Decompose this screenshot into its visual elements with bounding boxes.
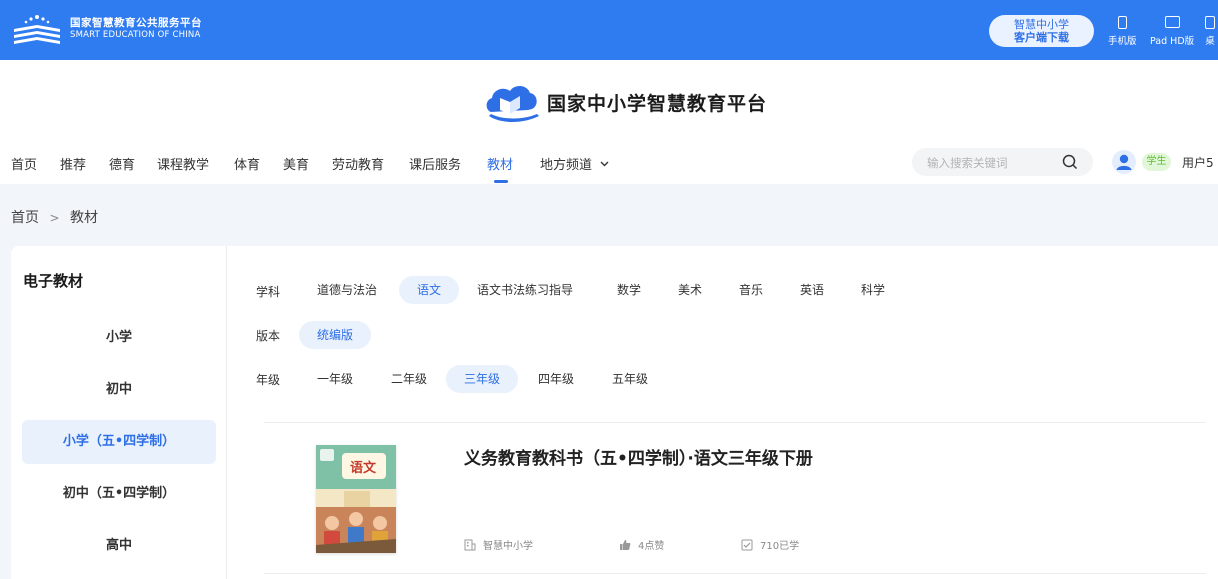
sidebar-divider [226,246,227,579]
list-divider-top [264,422,1206,423]
cloud-book-logo-icon [486,85,539,122]
thumbs-up-icon [620,539,631,550]
pad-version-label: Pad HD版 [1150,36,1195,47]
edition-filter-label: 版本 [256,329,281,343]
brand-header: 国家中小学智慧教育平台 [0,60,1218,144]
subject-filter-label: 学科 [256,285,281,299]
tablet-icon [1164,16,1180,28]
student-role-badge: 学生 [1142,153,1171,171]
grade-chip-3[interactable]: 三年级 [446,365,519,393]
subject-chip-science[interactable]: 科学 [843,276,903,304]
breadcrumb-home[interactable]: 首页 [11,210,39,226]
search-icon[interactable] [1062,154,1078,170]
list-divider-bottom [264,573,1206,574]
breadcrumb-current: 教材 [69,210,98,226]
book-likes: 4点赞 [619,537,664,552]
nav-moral-education[interactable]: 德育 [109,154,135,173]
subject-chip-music[interactable]: 音乐 [721,276,781,304]
logo-chinese-name: 国家智慧教育公共服务平台 [70,17,202,29]
nav-labor-education[interactable]: 劳动教育 [332,154,384,173]
chevron-down-icon [600,161,609,167]
subject-chip-art[interactable]: 美术 [660,276,720,304]
desktop-version-label: 桌 [1205,36,1215,47]
study-record-icon [741,539,753,550]
desktop-icon [1205,16,1215,29]
desktop-version-link[interactable]: 桌 [1205,16,1215,47]
sidebar-item-senior[interactable]: 高中 [22,524,216,568]
pad-version-link[interactable]: Pad HD版 [1150,16,1194,47]
edition-chip-unified[interactable]: 统编版 [299,321,372,349]
book-publisher-name: 智慧中小学 [483,541,533,552]
nav-home[interactable]: 首页 [11,154,37,173]
breadcrumb-separator: > [49,211,60,225]
download-line-1: 智慧中小学 [1014,18,1069,31]
active-tab-indicator [494,180,508,183]
subject-chip-morality-law[interactable]: 道德与法治 [299,276,395,304]
nav-sports[interactable]: 体育 [234,154,260,173]
mobile-version-label: 手机版 [1108,36,1137,47]
grade-filter-label: 年级 [256,373,281,387]
book-cover-title: 语文 [350,461,377,476]
nav-recommend[interactable]: 推荐 [60,154,86,173]
brand-title: 国家中小学智慧教育平台 [547,92,768,115]
user-name[interactable]: 用户5 [1182,154,1214,171]
sidebar-item-primary[interactable]: 小学 [22,316,216,360]
client-download-button[interactable]: 智慧中小学 客户端下载 [989,15,1094,47]
book-title[interactable]: 义务教育教科书（五•四学制）·语文三年级下册 [464,444,813,469]
sidebar-title: 电子教材 [23,272,84,290]
book-learned: 710已学 [741,537,799,552]
sidebar-item-junior-54[interactable]: 初中（五•四学制） [22,472,216,516]
brand-logo[interactable]: 国家中小学智慧教育平台 [483,80,767,124]
breadcrumb: 首页 > 教材 [11,207,98,227]
user-icon [1116,154,1132,170]
sidebar-item-junior[interactable]: 初中 [22,368,216,412]
nav-local-channels[interactable]: 地方频道 [540,154,609,173]
nav-after-school[interactable]: 课后服务 [409,154,461,173]
search-input[interactable]: 输入搜索关键词 [927,155,1008,171]
nav-aesthetics[interactable]: 美育 [283,154,309,173]
logo-english-name: SMART EDUCATION OF CHINA [70,30,201,40]
subject-chip-math[interactable]: 数学 [599,276,659,304]
sidebar-item-primary-54[interactable]: 小学（五•四学制） [22,420,216,464]
subject-chip-chinese[interactable]: 语文 [399,276,460,304]
book-cover[interactable]: 语文 [316,445,396,553]
search-box[interactable]: 输入搜索关键词 [912,148,1093,176]
grade-chip-5[interactable]: 五年级 [594,365,666,393]
grade-chip-4[interactable]: 四年级 [520,365,592,393]
book-logo-icon [14,15,60,44]
user-avatar[interactable] [1112,150,1136,174]
phone-icon [1117,16,1127,29]
building-icon [464,539,476,550]
mobile-version-link[interactable]: 手机版 [1108,16,1137,47]
grade-chip-2[interactable]: 二年级 [373,365,445,393]
top-bar: 国家智慧教育公共服务平台 SMART EDUCATION OF CHINA 智慧… [0,0,1218,60]
nav-textbooks[interactable]: 教材 [487,154,513,173]
grade-chip-1[interactable]: 一年级 [299,365,371,393]
subject-chip-calligraphy[interactable]: 语文书法练习指导 [459,276,591,304]
book-learned-count: 710已学 [760,541,800,552]
nav-course-teaching[interactable]: 课程教学 [157,154,209,173]
platform-logo[interactable]: 国家智慧教育公共服务平台 SMART EDUCATION OF CHINA [12,13,202,45]
book-publisher: 智慧中小学 [464,537,533,552]
subject-chip-english[interactable]: 英语 [782,276,842,304]
nav-local-channels-label: 地方频道 [540,158,593,173]
book-likes-count: 4点赞 [638,541,665,552]
download-line-2: 客户端下载 [1014,31,1069,44]
